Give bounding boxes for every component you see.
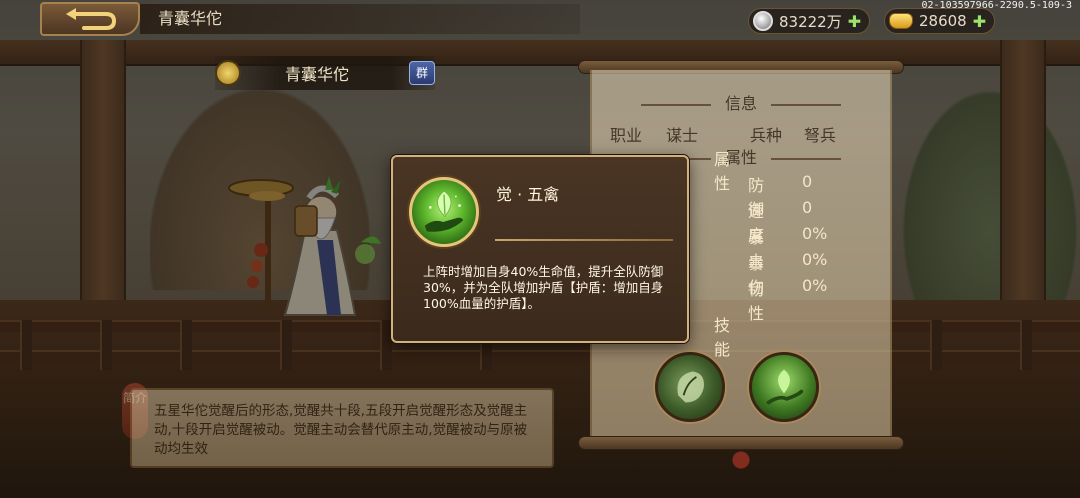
silver-currency: 83222万 ✚ bbox=[748, 8, 871, 34]
troop-label: 兵种 bbox=[750, 126, 783, 145]
profession-label: 职业 bbox=[610, 126, 643, 145]
attr-speed-value: 0 bbox=[802, 198, 813, 217]
hand-holding-leaf-icon bbox=[424, 190, 464, 232]
awakened-skill-icon[interactable] bbox=[749, 352, 819, 422]
troop-value: 弩兵 bbox=[804, 126, 837, 145]
attr-critdmg-value: 0% bbox=[802, 250, 828, 269]
add-gold-button[interactable]: ✚ bbox=[973, 12, 986, 31]
add-silver-button[interactable]: ✚ bbox=[848, 12, 861, 31]
hero-description: 五星华佗觉醒后的形态,觉醒共十段,五段开启觉醒形态及觉醒主动,十段开启觉醒被动。… bbox=[130, 388, 554, 468]
gold-currency: 28608 ✚ bbox=[884, 8, 996, 34]
profession-value: 谋士 bbox=[666, 126, 699, 145]
attr-toughness-label: 韧性 bbox=[748, 280, 765, 323]
skill-section-title: 技能 bbox=[714, 316, 731, 359]
faction-badge: 群 bbox=[409, 61, 435, 85]
wuqin-hand-icon bbox=[766, 369, 804, 405]
attr-crit-value: 0% bbox=[802, 224, 828, 243]
skill-description: 上阵时增加自身40%生命值，提升全队防御30%，并为全队增加护盾【护盾：增加自身… bbox=[423, 264, 664, 311]
info-section-title: 信息 bbox=[592, 90, 890, 114]
back-arrow-icon bbox=[66, 8, 117, 30]
silver-coin-icon bbox=[753, 11, 773, 31]
gold-ingot-icon bbox=[889, 13, 913, 29]
hero-name-plate: 青囊华佗 群 bbox=[215, 56, 435, 90]
skill-name: 觉 · 五禽 bbox=[496, 185, 560, 204]
popup-divider bbox=[495, 239, 673, 241]
gold-amount: 28608 bbox=[919, 12, 967, 30]
attribute-heading: 属性 bbox=[714, 150, 731, 193]
page-title: 青囊华佗 bbox=[140, 4, 580, 34]
skill-leaf-icon bbox=[677, 371, 704, 403]
hero-name: 青囊华佗 bbox=[285, 65, 350, 84]
red-tassel-ornament bbox=[728, 448, 754, 488]
silver-amount: 83222万 bbox=[779, 12, 842, 31]
back-button[interactable] bbox=[40, 2, 140, 36]
passive-skill-icon[interactable] bbox=[655, 352, 725, 422]
wuqin-skill-icon bbox=[409, 177, 479, 247]
hero-rank-badge-icon bbox=[215, 60, 241, 86]
attr-toughness-value: 0% bbox=[802, 276, 828, 295]
attr-defense-value: 0 bbox=[802, 172, 813, 191]
version-string: 02-103597966-2290.5-109-3 bbox=[921, 0, 1072, 11]
skill-detail-popup[interactable]: 觉 · 五禽 上阵时增加自身40%生命值，提升全队防御30%，并为全队增加护盾【… bbox=[391, 155, 689, 343]
